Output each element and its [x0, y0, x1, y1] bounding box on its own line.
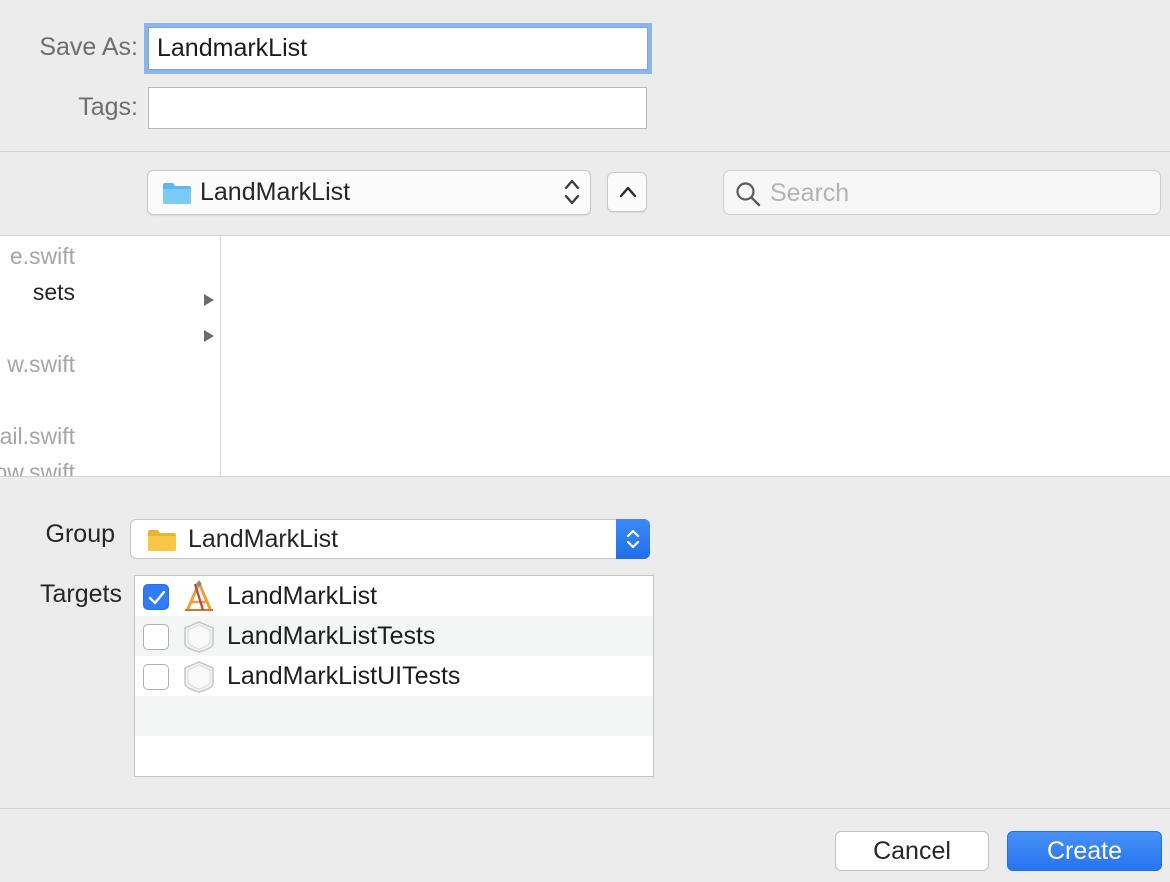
create-button[interactable]: Create: [1007, 831, 1162, 871]
group-label: Group: [45, 520, 115, 548]
file-browser[interactable]: e.swift sets w.swift etail.swift ow.swif…: [0, 236, 1170, 476]
browser-column[interactable]: e.swift sets w.swift etail.swift ow.swif…: [0, 236, 221, 476]
chevron-up-down-icon: [564, 177, 580, 212]
location-popup-label: LandMarkList: [200, 178, 351, 206]
tags-input[interactable]: [148, 87, 647, 129]
folder-row[interactable]: [0, 310, 220, 349]
go-up-button[interactable]: [607, 172, 647, 212]
empty-row: [135, 696, 653, 736]
targets-table[interactable]: LandMarkList LandMarkListTests LandMarkL…: [134, 575, 654, 777]
file-row[interactable]: ow.swift: [0, 454, 220, 476]
save-as-label: Save As:: [39, 33, 138, 61]
chevron-up-icon: [619, 186, 637, 198]
group-popup-label: LandMarkList: [188, 525, 339, 553]
cancel-button[interactable]: Cancel: [835, 831, 989, 871]
test-bundle-icon: [181, 660, 217, 699]
divider: [0, 808, 1170, 809]
target-checkbox[interactable]: [143, 624, 169, 650]
target-row[interactable]: LandMarkListTests: [135, 616, 653, 656]
target-checkbox[interactable]: [143, 584, 169, 610]
tags-label: Tags:: [78, 93, 138, 121]
target-row[interactable]: LandMarkListUITests: [135, 656, 653, 696]
target-row[interactable]: LandMarkList: [135, 576, 653, 616]
folder-row[interactable]: sets: [0, 274, 220, 313]
target-name: LandMarkListTests: [227, 622, 436, 650]
file-row[interactable]: e.swift: [0, 238, 220, 274]
app-icon: [181, 579, 217, 619]
targets-label: Targets: [40, 580, 122, 608]
search-icon: [736, 182, 761, 207]
target-name: LandMarkListUITests: [227, 662, 461, 690]
disclosure-triangle-icon: [203, 286, 215, 313]
search-field[interactable]: [723, 170, 1161, 215]
divider: [0, 151, 1170, 152]
location-popup[interactable]: LandMarkList: [147, 170, 591, 215]
target-checkbox[interactable]: [143, 664, 169, 690]
checkmark-icon: [148, 590, 166, 605]
disclosure-triangle-icon: [203, 322, 215, 349]
folder-icon: [147, 528, 177, 557]
folder-icon: [162, 181, 192, 210]
test-bundle-icon: [181, 620, 217, 659]
group-popup[interactable]: LandMarkList: [130, 519, 650, 559]
file-row[interactable]: w.swift: [0, 346, 220, 382]
file-row[interactable]: [0, 382, 220, 418]
file-row[interactable]: etail.swift: [0, 418, 220, 454]
save-as-input[interactable]: [148, 27, 648, 70]
search-input[interactable]: [770, 177, 1150, 209]
divider: [0, 476, 1170, 477]
target-name: LandMarkList: [227, 582, 378, 610]
chevron-up-down-icon: [616, 519, 650, 559]
